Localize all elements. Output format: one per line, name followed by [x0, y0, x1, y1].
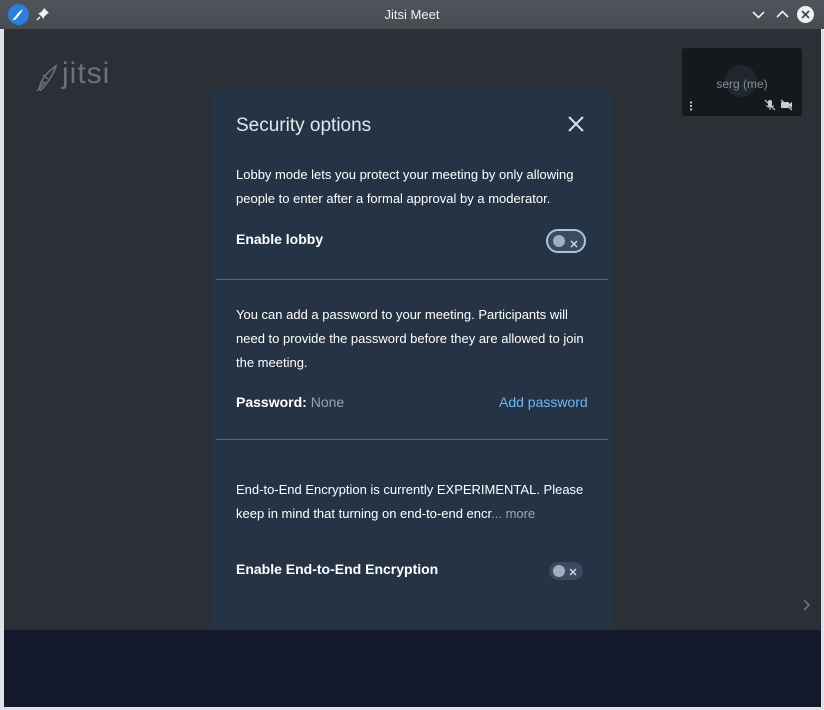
- jitsi-logo: jitsi: [35, 57, 115, 93]
- window-titlebar: Jitsi Meet: [0, 0, 824, 29]
- add-password-button[interactable]: Add password: [499, 394, 588, 410]
- divider: [216, 279, 608, 280]
- jitsi-app: jitsi serg (me) Security options Lobby m…: [4, 29, 821, 707]
- security-options-dialog: Security options Lobby mode lets you pro…: [212, 89, 612, 630]
- chevron-right-icon[interactable]: [801, 598, 811, 612]
- mic-muted-icon: [764, 98, 776, 111]
- camera-off-icon: [780, 98, 793, 111]
- more-vertical-icon[interactable]: [689, 98, 693, 111]
- password-value: None: [310, 394, 345, 410]
- conference-stage: jitsi serg (me) Security options Lobby m…: [4, 29, 821, 630]
- enable-e2ee-label: Enable End-to-End Encryption: [236, 561, 439, 577]
- password-label: Password:: [236, 394, 307, 410]
- toggle-x-icon: [569, 236, 579, 248]
- e2ee-description: End-to-End Encryption is currently EXPER…: [236, 478, 586, 526]
- lobby-toggle[interactable]: [546, 229, 586, 253]
- password-description: You can add a password to your meeting. …: [236, 307, 584, 370]
- e2ee-toggle[interactable]: [549, 562, 583, 580]
- divider: [216, 439, 608, 440]
- toggle-x-icon: [568, 564, 578, 576]
- close-icon[interactable]: [567, 115, 585, 133]
- more-link[interactable]: ... more: [491, 506, 535, 521]
- jitsi-logo-icon: [35, 63, 61, 93]
- local-video-thumbnail[interactable]: serg (me): [682, 48, 802, 116]
- toggle-knob: [553, 565, 565, 577]
- toggle-knob: [553, 235, 565, 247]
- maximize-icon[interactable]: [774, 6, 791, 23]
- enable-lobby-label: Enable lobby: [236, 231, 324, 247]
- toolbar-area: [4, 630, 821, 707]
- lobby-description: Lobby mode lets you protect your meeting…: [236, 167, 574, 206]
- window-title: Jitsi Meet: [384, 7, 440, 22]
- close-icon[interactable]: [797, 6, 814, 23]
- jitsi-logo-text: jitsi: [62, 57, 111, 90]
- dialog-title: Security options: [236, 115, 372, 136]
- minimize-icon[interactable]: [750, 6, 767, 23]
- participant-name: serg (me): [716, 77, 768, 91]
- password-row: Password: None: [236, 394, 344, 410]
